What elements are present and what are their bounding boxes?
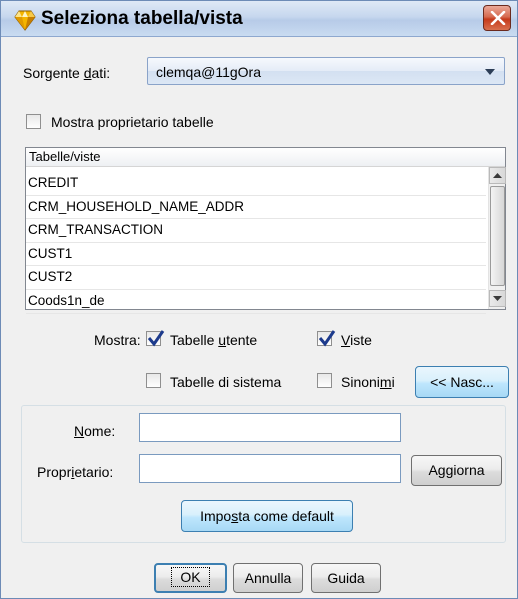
- system-tables-label: Tabelle di sistema: [170, 374, 282, 390]
- views-checkbox[interactable]: [317, 330, 336, 347]
- tables-listbox[interactable]: Tabelle/viste CREDIT CRM_HOUSEHOLD_NAME_…: [25, 147, 506, 314]
- views-label: Viste: [341, 332, 372, 348]
- refresh-button[interactable]: Aggiorna: [411, 455, 502, 486]
- close-icon: [490, 11, 506, 25]
- scroll-up-button[interactable]: [489, 167, 506, 184]
- chevron-down-icon: [485, 69, 495, 75]
- title-bar[interactable]: Seleziona tabella/vista: [1, 1, 517, 37]
- data-source-value: clemqa@11gOra: [156, 64, 261, 80]
- help-button[interactable]: Guida: [311, 563, 381, 593]
- list-item[interactable]: CRM_TRANSACTION: [26, 219, 486, 243]
- ok-button-label: OK: [171, 567, 210, 587]
- synonyms-checkbox[interactable]: [317, 373, 332, 388]
- scroll-thumb[interactable]: [490, 186, 505, 286]
- app-diamond-icon: [14, 10, 36, 31]
- name-input[interactable]: [139, 413, 401, 442]
- set-default-button[interactable]: Imposta come default: [181, 500, 353, 532]
- hide-options-button[interactable]: << Nasc...: [415, 366, 509, 398]
- show-owner-label: Mostra proprietario tabelle: [51, 114, 214, 130]
- close-button[interactable]: [483, 5, 511, 31]
- data-source-label: Sorgente dati:: [23, 65, 111, 81]
- user-tables-checkbox[interactable]: [146, 330, 165, 347]
- show-owner-checkbox[interactable]: [26, 114, 41, 129]
- cancel-button[interactable]: Annulla: [233, 563, 303, 593]
- list-item[interactable]: CUST1: [26, 243, 486, 267]
- system-tables-checkbox[interactable]: [146, 373, 161, 388]
- user-tables-label: Tabelle utente: [170, 332, 258, 348]
- vertical-scrollbar[interactable]: [488, 167, 506, 309]
- list-item[interactable]: Coods1n_de: [26, 290, 486, 314]
- name-label: Nome:: [74, 423, 116, 439]
- owner-label: Proprietario:: [37, 464, 114, 480]
- dialog-window: Seleziona tabella/vista Sorgente dati: c…: [0, 0, 518, 599]
- list-rows: CREDIT CRM_HOUSEHOLD_NAME_ADDR CRM_TRANS…: [26, 172, 486, 314]
- synonyms-label: Sinonimi: [341, 374, 395, 390]
- arrow-up-icon: [493, 173, 502, 178]
- show-label: Mostra:: [94, 332, 141, 348]
- list-item[interactable]: CREDIT: [26, 172, 486, 196]
- checkmark-icon: [318, 330, 336, 347]
- scroll-down-button[interactable]: [489, 290, 506, 307]
- owner-input[interactable]: [139, 454, 401, 483]
- ok-button[interactable]: OK: [154, 563, 227, 593]
- arrow-down-icon: [493, 296, 502, 301]
- list-header[interactable]: Tabelle/viste: [26, 148, 505, 167]
- window-title: Seleziona tabella/vista: [41, 8, 243, 29]
- data-source-combobox[interactable]: clemqa@11gOra: [147, 57, 505, 85]
- list-item[interactable]: CRM_HOUSEHOLD_NAME_ADDR: [26, 196, 486, 220]
- checkmark-icon: [147, 330, 165, 347]
- list-item[interactable]: CUST2: [26, 266, 486, 290]
